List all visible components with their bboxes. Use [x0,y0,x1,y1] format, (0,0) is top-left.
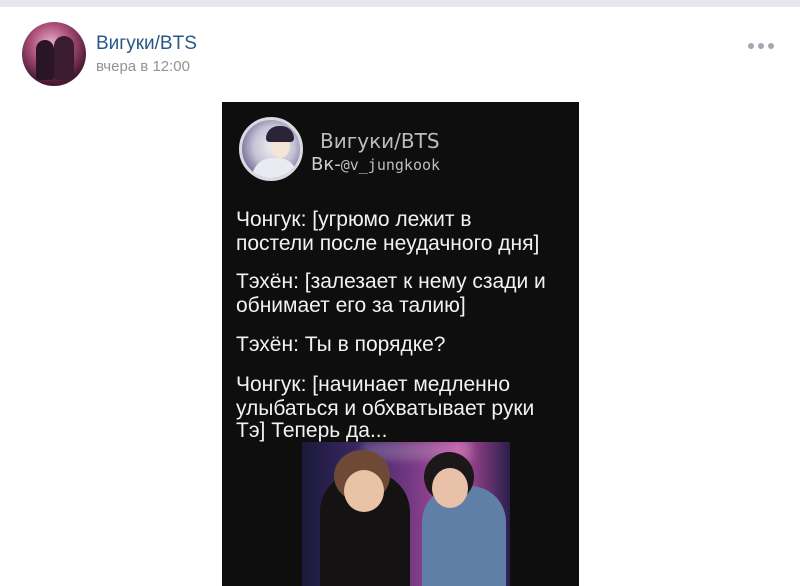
avatar-figure-right [54,36,74,80]
person-right-body [422,486,506,586]
dialogue-line-2: постели после неудачного дня] [236,232,540,255]
dialogue-line-7: улыбаться и обхватывает руки [236,397,535,420]
post-date[interactable]: вчера в 12:00 [96,58,190,75]
author-avatar[interactable] [22,22,86,86]
person-left-face [344,470,384,512]
image-title: Вигуки/BTS [320,129,440,153]
avatar-hair [266,126,294,142]
dialogue-line-1: Чонгук: [угрюмо лежит в [236,208,472,231]
image-handle: Вк-@v_jungkook [311,154,440,175]
dialogue-line-5: Тэхён: Ты в порядке? [236,333,446,356]
image-profile-avatar [239,117,303,181]
more-dot-2 [758,43,764,49]
dialogue-line-3: Тэхён: [залезает к нему сзади и [236,270,546,293]
dialogue-line-4: обнимает его за талию] [236,294,466,317]
more-options-icon[interactable] [748,41,774,51]
post-image[interactable]: Вигуки/BTS Вк-@v_jungkook Чонгук: [угрюм… [222,102,579,586]
image-handle-name: @v_jungkook [340,156,441,174]
avatar-figure-left [36,40,54,80]
image-handle-prefix: Вк- [311,154,341,175]
post-author-link[interactable]: Вигуки/BTS [96,33,197,55]
avatar-shirt [252,158,298,178]
more-dot-3 [768,43,774,49]
person-right-face [432,468,468,508]
more-dot-1 [748,43,754,49]
wall-post: Вигуки/BTS вчера в 12:00 Вигуки/BTS Вк-@… [0,7,800,586]
concert-photo [302,442,510,586]
top-separator [0,0,800,7]
dialogue-line-6: Чонгук: [начинает медленно [236,373,511,396]
dialogue-line-8: Тэ] Теперь да... [236,419,388,442]
